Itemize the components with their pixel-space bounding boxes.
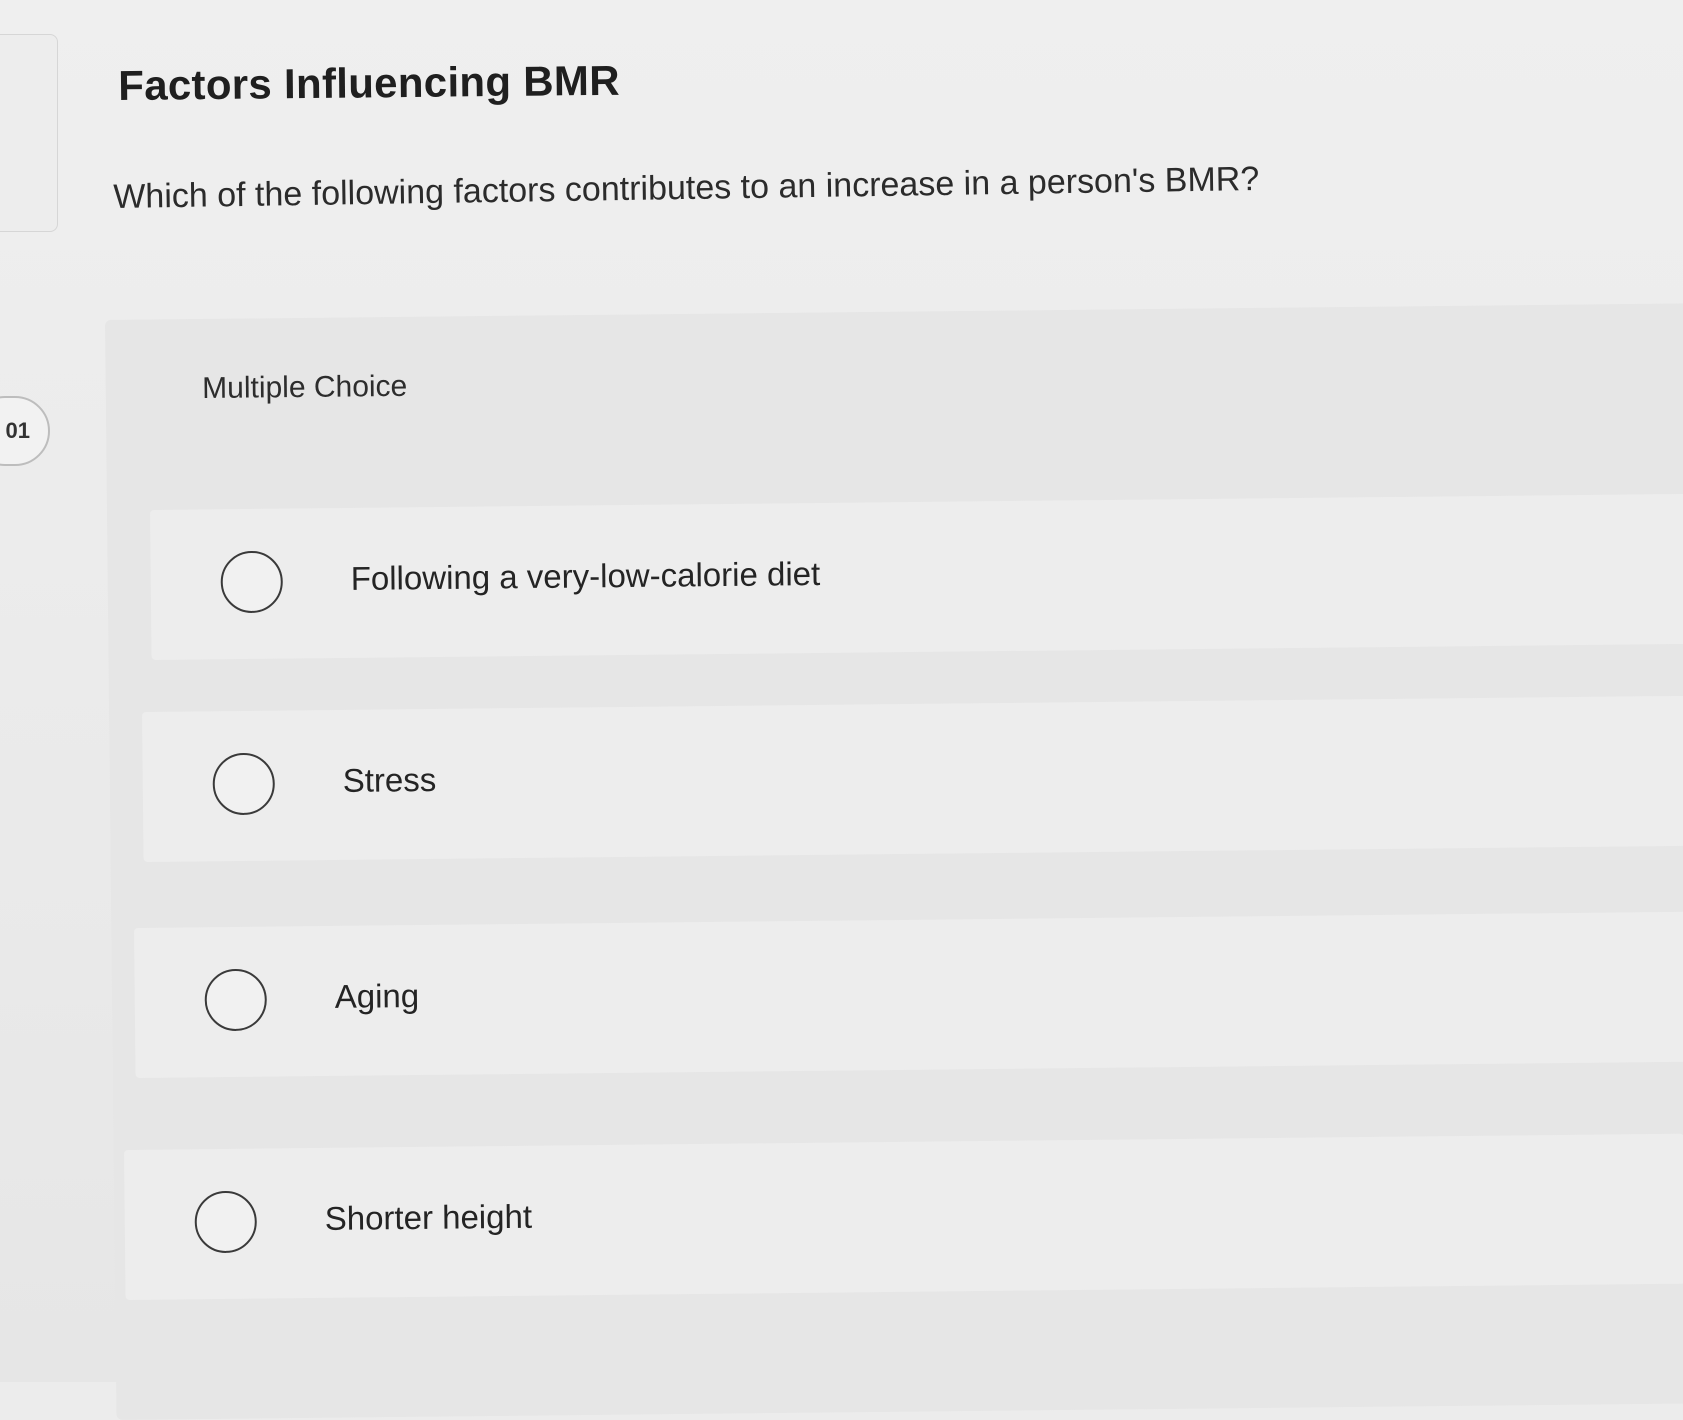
- question-number-text: 01: [5, 418, 30, 443]
- question-prompt: Which of the following factors contribut…: [113, 159, 1260, 216]
- radio-button-2[interactable]: [212, 752, 276, 816]
- radio-button-4[interactable]: [194, 1190, 258, 1254]
- answer-option-4[interactable]: Shorter height: [124, 1133, 1683, 1300]
- radio-button-1[interactable]: [220, 550, 284, 614]
- page-title: Factors Influencing BMR: [118, 56, 621, 109]
- answer-option-label-3: Aging: [334, 977, 420, 1015]
- radio-button-3[interactable]: [204, 968, 268, 1032]
- answer-option-label-2: Stress: [342, 760, 437, 799]
- answer-option-2[interactable]: Stress: [142, 695, 1683, 862]
- answer-option-label-4: Shorter height: [324, 1197, 533, 1237]
- answer-option-label-1: Following a very-low-calorie diet: [350, 554, 821, 597]
- answer-option-3[interactable]: Aging: [134, 911, 1683, 1078]
- page: 01 Factors Influencing BMR Which of the …: [0, 0, 1683, 1420]
- question-nav-card[interactable]: [0, 34, 58, 232]
- question-type-label: Multiple Choice: [202, 369, 408, 405]
- question-number-badge[interactable]: 01: [0, 396, 50, 466]
- answer-option-1[interactable]: Following a very-low-calorie diet: [150, 493, 1683, 660]
